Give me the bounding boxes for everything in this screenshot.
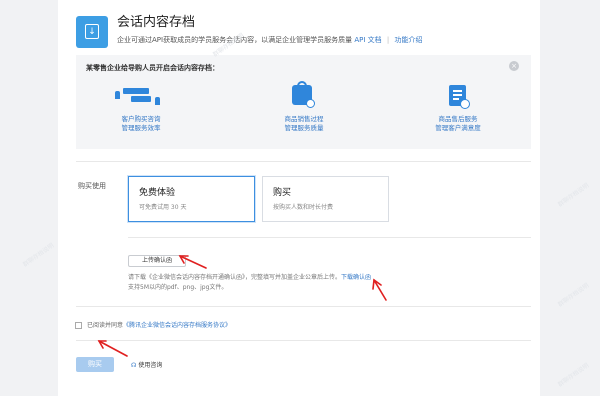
feature-after-sales: 商品售后服务 管理客户满意度 (418, 85, 498, 133)
watermark: 群聊存档说明 (556, 182, 591, 209)
feature-sales-process: 商品销售过程 管理服务质量 (264, 81, 344, 133)
close-icon[interactable]: × (509, 61, 519, 71)
feature-intro-link[interactable]: 功能介绍 (394, 36, 422, 44)
api-doc-link[interactable]: API 文档 (354, 36, 381, 44)
usage-consult-link[interactable]: ☊ 使用咨询 (131, 361, 162, 370)
option-desc: 按购买人数和时长付费 (273, 204, 334, 211)
upload-hint: 请下载《企业微信会话内容存档开通确认函》，完整填写并加盖企业公章后上传。下载确认… (128, 273, 371, 282)
download-confirmation-link[interactable]: 下载确认函 (341, 274, 371, 281)
archive-app-icon: ↓ (76, 16, 108, 48)
option-name: 免费体验 (139, 188, 176, 198)
people-chat-icon (101, 85, 181, 109)
divider (76, 340, 531, 341)
upload-confirmation-button[interactable]: 上传确认函 (128, 255, 186, 267)
upload-file-types: 支持5M以内的pdf、png、jpg文件。 (128, 284, 228, 291)
option-name: 购买 (273, 188, 292, 198)
document-service-icon (418, 85, 498, 109)
agreement-text: 已阅读并同意 (87, 321, 124, 329)
feature-line2: 管理服务质量 (284, 124, 324, 132)
option-free-trial[interactable]: 免费体验 可免费试用 30 天 (128, 176, 255, 222)
option-purchase[interactable]: 购买 按购买人数和时长付费 (262, 176, 389, 222)
promo-title: 某零售企业给导购人员开启会话内容存档： (86, 64, 219, 72)
subtitle-separator: | (386, 36, 390, 44)
feature-line1: 商品售后服务 (438, 115, 478, 123)
option-desc: 可免费试用 30 天 (139, 204, 187, 211)
service-agreement-link[interactable]: 《腾讯企业微信会话内容存档服务协议》 (123, 321, 231, 330)
feature-customer-consult: 客户购买咨询 管理服务效率 (101, 85, 181, 133)
headset-icon: ☊ (131, 362, 137, 369)
promo-banner: 某零售企业给导购人员开启会话内容存档： × 客户购买咨询 管理服务效率 商品销售… (76, 55, 531, 149)
consult-label: 使用咨询 (138, 362, 163, 369)
buy-button[interactable]: 购买 (76, 357, 114, 372)
page-title: 会话内容存档 (117, 15, 196, 30)
divider (76, 306, 531, 307)
watermark: 群聊存档说明 (556, 362, 591, 389)
watermark: 群聊存档说明 (556, 282, 591, 309)
agreement-checkbox[interactable] (75, 321, 82, 329)
upload-hint-text: 请下载《企业微信会话内容存档开通确认函》，完整填写并加盖企业公章后上传。 (128, 274, 342, 281)
divider (76, 161, 531, 162)
page-subtitle: 企业可通过API获取成员的学员服务会话内容，以满足企业管理学员服务质量 API … (117, 35, 422, 45)
feature-line2: 管理服务效率 (121, 124, 161, 132)
watermark: 群聊存档说明 (21, 242, 56, 269)
feature-line2: 管理客户满意度 (435, 124, 481, 132)
feature-line1: 商品销售过程 (284, 115, 324, 123)
shopping-bag-icon (264, 81, 344, 109)
divider (128, 237, 531, 238)
purchase-label: 购买使用 (78, 182, 106, 190)
feature-line1: 客户购买咨询 (121, 115, 161, 123)
agreement-row: 已阅读并同意 《腾讯企业微信会话内容存档服务协议》 (75, 320, 231, 330)
